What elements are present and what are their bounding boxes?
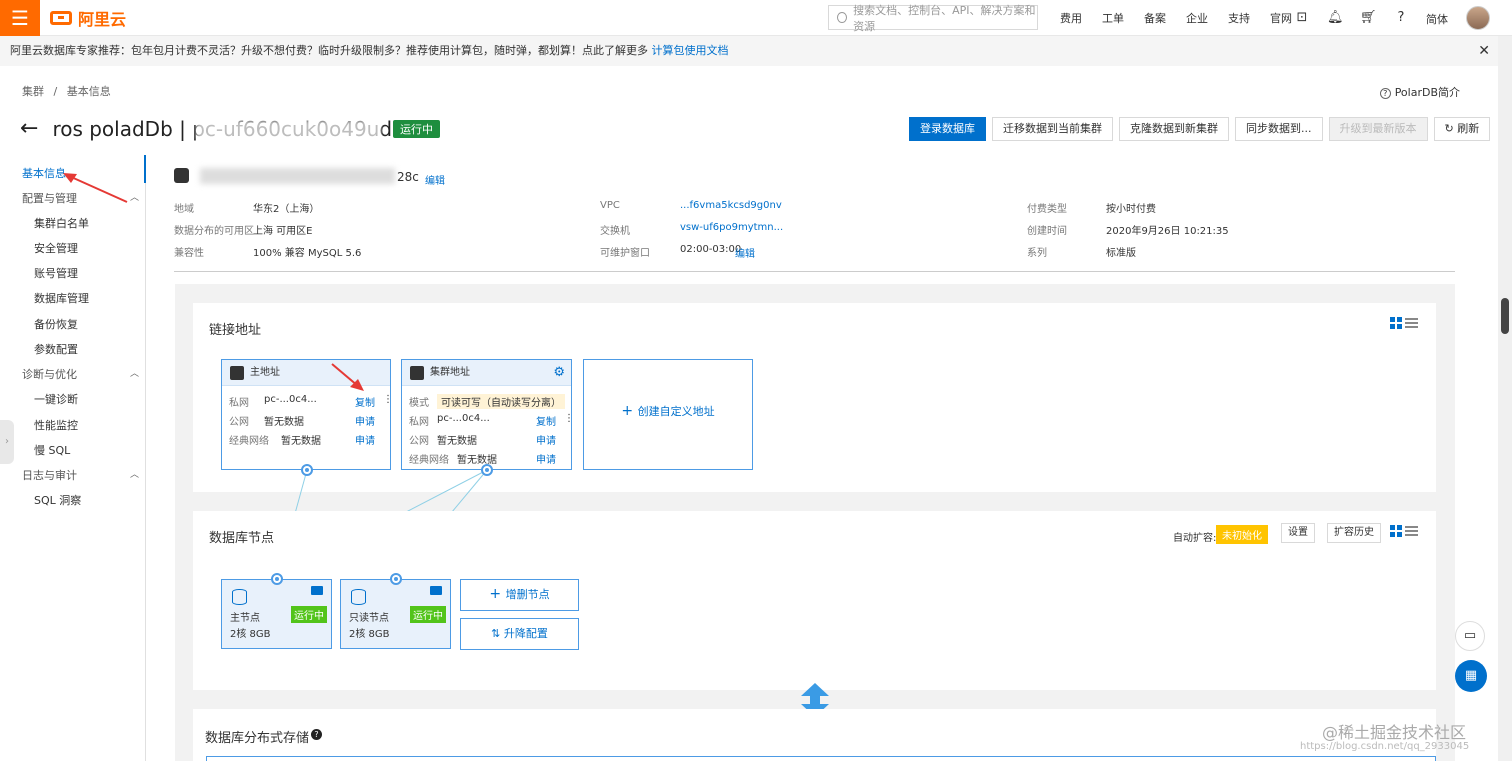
status-badge: 运行中 [291, 606, 327, 623]
auto-scale-status: 未初始化 [1216, 525, 1268, 544]
add-remove-node-button[interactable]: + 增删节点 [460, 579, 579, 611]
readonly-node-card[interactable]: 只读节点 2核 8GB 运行中 [340, 579, 451, 649]
watermark-url: https://blog.csdn.net/qq_2933045 [1300, 741, 1470, 752]
watermark: @稀土掘金技术社区 [1322, 723, 1467, 742]
swap-icon: ⇅ [491, 627, 504, 640]
storage-card [193, 709, 1436, 761]
connector-dot [481, 464, 493, 476]
primary-node-card[interactable]: 主节点 2核 8GB 运行中 [221, 579, 332, 649]
database-icon [232, 589, 247, 605]
view-toggle[interactable] [1390, 525, 1420, 537]
scale-history-button[interactable]: 扩容历史 [1327, 523, 1381, 543]
help-icon[interactable]: ? [311, 729, 322, 740]
list-view-icon[interactable] [1405, 526, 1418, 536]
storage-title: 数据库分布式存储 [205, 731, 310, 746]
database-icon [351, 589, 366, 605]
settings-button[interactable]: 设置 [1281, 523, 1315, 543]
monitor-icon[interactable] [430, 586, 442, 595]
connector-dot [301, 464, 313, 476]
nodes-title: 数据库节点 [209, 531, 275, 546]
storage-bar [206, 756, 1436, 761]
chat-icon[interactable]: ▭ [1455, 621, 1485, 651]
status-badge: 运行中 [410, 606, 446, 623]
connector-dot [390, 573, 402, 585]
scale-config-button[interactable]: ⇅ 升降配置 [460, 618, 579, 650]
monitor-icon[interactable] [311, 586, 323, 595]
plus-icon: + [489, 586, 506, 602]
grid-view-icon[interactable] [1390, 525, 1402, 537]
connector-dot [271, 573, 283, 585]
apps-icon[interactable]: ▦ [1455, 660, 1487, 692]
